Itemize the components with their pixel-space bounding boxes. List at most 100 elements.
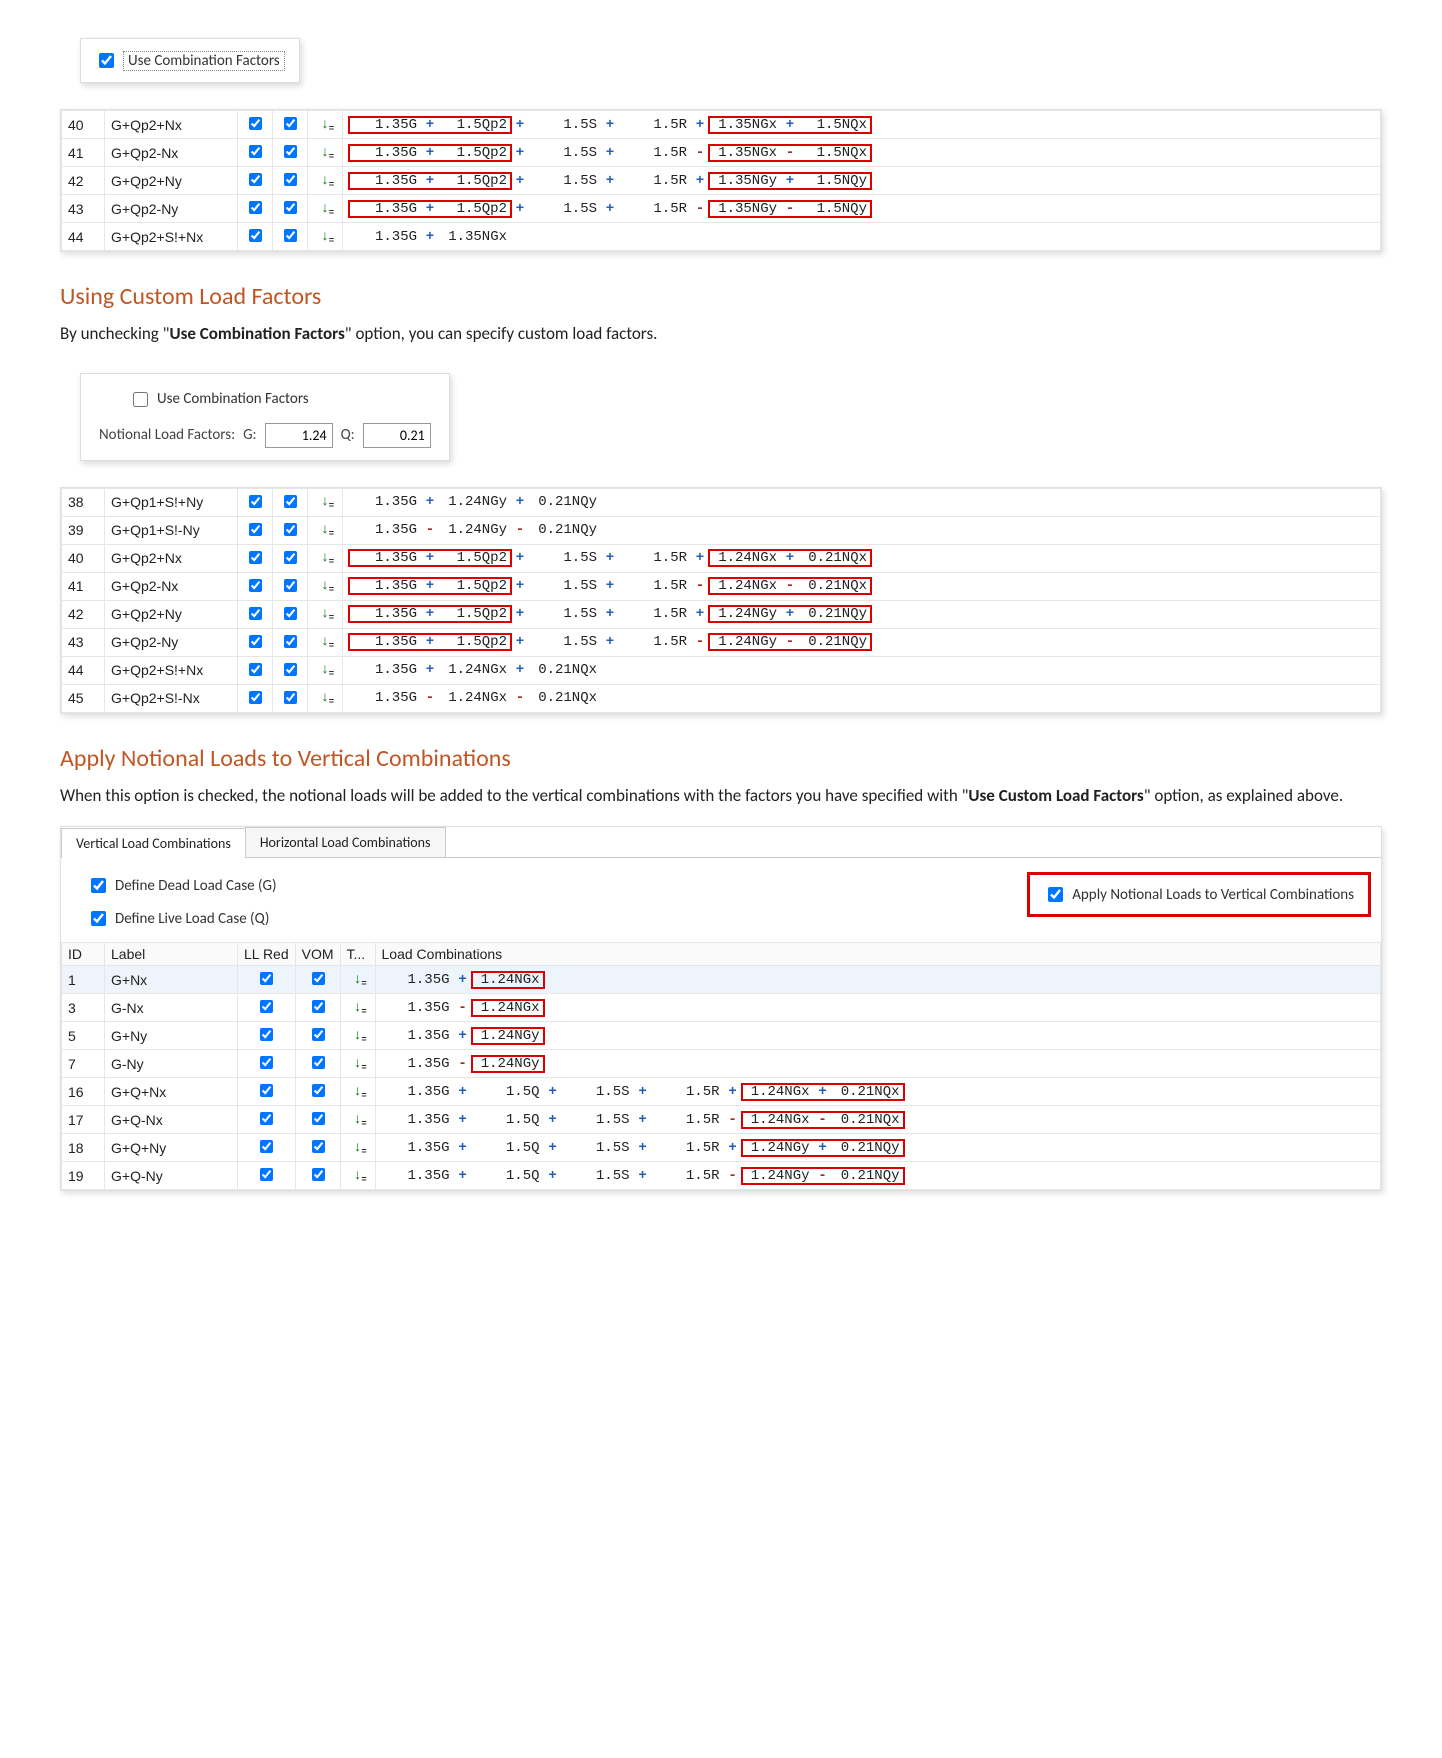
vom-checkbox[interactable] (312, 1112, 325, 1125)
vom-checkbox[interactable] (312, 1056, 325, 1069)
table-row[interactable]: 45G+Qp2+S!-Nx↓1.35G-1.24NGx-0.21NQx (62, 684, 1381, 712)
table-row[interactable]: 44G+Qp2+S!+Nx↓1.35G+1.24NGx+0.21NQx (62, 656, 1381, 684)
combination-cell: 1.35G+1.5Qp2+1.5S+1.5R+1.35NGx+1.5NQx (343, 111, 1381, 139)
llred-checkbox[interactable] (260, 1000, 273, 1013)
term: 1.24NGy (709, 606, 781, 622)
row-label: G+Qp2+S!+Nx (105, 223, 238, 251)
combinations-table-2: 38G+Qp1+S!+Ny↓1.35G+1.24NGy+0.21NQy39G+Q… (60, 487, 1382, 714)
operator: - (695, 634, 705, 650)
llred-checkbox[interactable] (249, 201, 262, 214)
table-row[interactable]: 5G+Ny↓1.35G+1.24NGy (62, 1022, 1381, 1050)
paragraph-apply-notional: When this option is checked, the notiona… (60, 783, 1382, 809)
llred-checkbox[interactable] (249, 551, 262, 564)
table-row[interactable]: 41G+Qp2-Nx↓1.35G+1.5Qp2+1.5S+1.5R-1.35NG… (62, 139, 1381, 167)
tab-horizontal[interactable]: Horizontal Load Combinations (245, 827, 446, 857)
vom-checkbox[interactable] (284, 229, 297, 242)
table-row[interactable]: 42G+Qp2+Ny↓1.35G+1.5Qp2+1.5S+1.5R+1.35NG… (62, 167, 1381, 195)
vom-checkbox[interactable] (284, 201, 297, 214)
table-row[interactable]: 7G-Ny↓1.35G-1.24NGy (62, 1050, 1381, 1078)
row-id: 5 (62, 1022, 105, 1050)
vom-checkbox[interactable] (312, 1168, 325, 1181)
table-row[interactable]: 19G+Q-Ny↓1.35G+1.5Q+1.5S+1.5R-1.24NGy-0.… (62, 1162, 1381, 1190)
apply-notional-checkbox[interactable] (1048, 887, 1063, 902)
vom-checkbox[interactable] (284, 173, 297, 186)
table-row[interactable]: 3G-Nx↓1.35G-1.24NGx (62, 994, 1381, 1022)
llred-checkbox[interactable] (249, 579, 262, 592)
operator: + (638, 1084, 648, 1100)
q-factor-input[interactable] (363, 423, 431, 448)
tab-vertical[interactable]: Vertical Load Combinations (61, 828, 246, 858)
llred-checkbox[interactable] (260, 1112, 273, 1125)
table-row[interactable]: 41G+Qp2-Nx↓1.35G+1.5Qp2+1.5S+1.5R-1.24NG… (62, 572, 1381, 600)
vom-checkbox[interactable] (284, 145, 297, 158)
highlight-box: 1.24NGy-0.21NQy (709, 634, 871, 650)
operator: + (785, 173, 795, 189)
operator: + (425, 229, 435, 245)
llred-checkbox[interactable] (260, 1168, 273, 1181)
llred-checkbox[interactable] (249, 117, 262, 130)
vom-checkbox[interactable] (312, 1140, 325, 1153)
llred-checkbox[interactable] (249, 173, 262, 186)
vom-checkbox[interactable] (284, 663, 297, 676)
combination-cell: 1.35G+1.5Q+1.5S+1.5R-1.24NGx-0.21NQx (375, 1106, 1380, 1134)
llred-checkbox[interactable] (260, 1056, 273, 1069)
table-row[interactable]: 40G+Qp2+Nx↓1.35G+1.5Qp2+1.5S+1.5R+1.24NG… (62, 544, 1381, 572)
row-id: 38 (62, 488, 105, 516)
table-row[interactable]: 1G+Nx↓1.35G+1.24NGx (62, 966, 1381, 994)
vom-checkbox[interactable] (284, 691, 297, 704)
vom-checkbox[interactable] (312, 1000, 325, 1013)
term: 1.5S (529, 117, 601, 133)
llred-checkbox[interactable] (249, 607, 262, 620)
llred-checkbox[interactable] (260, 1028, 273, 1041)
operator: + (548, 1084, 558, 1100)
llred-checkbox[interactable] (249, 495, 262, 508)
vom-checkbox[interactable] (284, 523, 297, 536)
vom-checkbox[interactable] (284, 579, 297, 592)
term: 1.5R (652, 1140, 724, 1156)
use-combination-factors-checkbox-2[interactable] (133, 392, 148, 407)
llred-checkbox[interactable] (249, 635, 262, 648)
header-vom: VOM (295, 943, 340, 966)
vom-checkbox[interactable] (284, 495, 297, 508)
vom-checkbox[interactable] (312, 972, 325, 985)
llred-checkbox[interactable] (260, 1140, 273, 1153)
llred-checkbox[interactable] (249, 691, 262, 704)
vom-checkbox[interactable] (284, 551, 297, 564)
vom-checkbox[interactable] (312, 1084, 325, 1097)
llred-checkbox[interactable] (260, 1084, 273, 1097)
vom-checkbox[interactable] (312, 1028, 325, 1041)
term: 0.21NQy (832, 1168, 904, 1184)
apply-notional-highlight: Apply Notional Loads to Vertical Combina… (1027, 872, 1371, 917)
llred-checkbox[interactable] (260, 972, 273, 985)
term: 1.5NQx (799, 145, 871, 161)
highlight-box: 1.35G+1.5Qp2 (349, 634, 511, 650)
row-id: 45 (62, 684, 105, 712)
table-row[interactable]: 43G+Qp2-Ny↓1.35G+1.5Qp2+1.5S+1.5R-1.35NG… (62, 195, 1381, 223)
define-dead-checkbox[interactable] (91, 878, 106, 893)
vom-checkbox[interactable] (284, 607, 297, 620)
table-row[interactable]: 18G+Q+Ny↓1.35G+1.5Q+1.5S+1.5R+1.24NGy+0.… (62, 1134, 1381, 1162)
vom-checkbox[interactable] (284, 635, 297, 648)
operator: + (638, 1168, 648, 1184)
table-row[interactable]: 17G+Q-Nx↓1.35G+1.5Q+1.5S+1.5R-1.24NGx-0.… (62, 1106, 1381, 1134)
llred-checkbox[interactable] (249, 229, 262, 242)
define-live-checkbox[interactable] (91, 911, 106, 926)
llred-checkbox[interactable] (249, 523, 262, 536)
llred-checkbox[interactable] (249, 663, 262, 676)
use-combination-factors-checkbox[interactable] (99, 53, 114, 68)
row-id: 1 (62, 966, 105, 994)
vom-checkbox[interactable] (284, 117, 297, 130)
table-row[interactable]: 43G+Qp2-Ny↓1.35G+1.5Qp2+1.5S+1.5R-1.24NG… (62, 628, 1381, 656)
table-row[interactable]: 42G+Qp2+Ny↓1.35G+1.5Qp2+1.5S+1.5R+1.24NG… (62, 600, 1381, 628)
g-factor-input[interactable] (265, 423, 333, 448)
table-row[interactable]: 44G+Qp2+S!+Nx↓1.35G+1.35NGx (62, 223, 1381, 251)
arrow-icon: ↓ (321, 522, 329, 538)
operator: + (515, 201, 525, 217)
table-row[interactable]: 38G+Qp1+S!+Ny↓1.35G+1.24NGy+0.21NQy (62, 488, 1381, 516)
llred-checkbox[interactable] (249, 145, 262, 158)
table-row[interactable]: 16G+Q+Nx↓1.35G+1.5Q+1.5S+1.5R+1.24NGx+0.… (62, 1078, 1381, 1106)
operator: + (548, 1112, 558, 1128)
operator: + (515, 634, 525, 650)
table-row[interactable]: 40G+Qp2+Nx↓1.35G+1.5Qp2+1.5S+1.5R+1.35NG… (62, 111, 1381, 139)
table-row[interactable]: 39G+Qp1+S!-Ny↓1.35G-1.24NGy-0.21NQy (62, 516, 1381, 544)
